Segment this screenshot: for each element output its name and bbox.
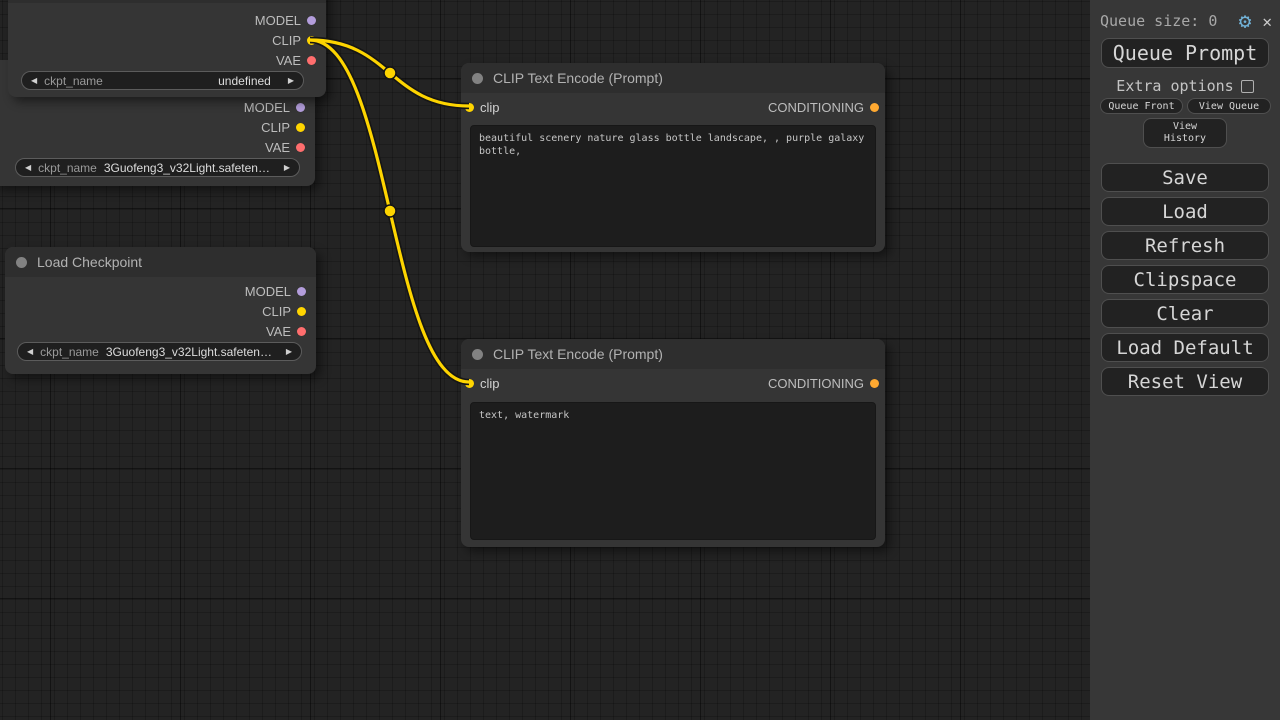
save-button[interactable]: Save — [1101, 163, 1269, 192]
node-title: CLIP Text Encode (Prompt) — [493, 70, 663, 86]
widget-value[interactable]: 3Guofeng3_v32Light.safeten… — [106, 345, 279, 359]
view-queue-button[interactable]: View Queue — [1187, 98, 1271, 114]
collapse-dot-icon[interactable] — [472, 348, 483, 360]
node-title: Load Checkpoint — [37, 254, 143, 270]
slot-label: CONDITIONING — [767, 99, 864, 115]
slot-label: MODEL — [243, 99, 290, 115]
reset-view-button[interactable]: Reset View — [1101, 367, 1269, 396]
comfy-menu-panel: Queue size: 0 ⚙ ✕ Queue Prompt Extra opt… — [1090, 0, 1280, 720]
output-slot-vae[interactable]: VAE — [264, 139, 305, 155]
refresh-button[interactable]: Refresh — [1101, 231, 1269, 260]
slot-label: CLIP — [261, 119, 290, 135]
widget-label: ckpt_name — [44, 73, 103, 88]
clear-button[interactable]: Clear — [1101, 299, 1269, 328]
clip-slot-icon[interactable] — [296, 122, 305, 132]
output-slot-vae[interactable]: VAE — [265, 323, 306, 339]
model-slot-icon[interactable] — [297, 286, 306, 296]
prompt-text-input[interactable]: text, watermark — [470, 402, 876, 540]
output-slot-clip[interactable]: CLIP — [261, 119, 305, 135]
node-title-bar[interactable]: CLIP Text Encode (Prompt) — [461, 339, 885, 369]
model-slot-icon[interactable] — [307, 15, 316, 25]
clip-slot-icon[interactable] — [465, 102, 474, 112]
clip-link-wire-lower[interactable] — [309, 38, 470, 384]
vae-slot-icon[interactable] — [297, 326, 306, 336]
output-slot-vae[interactable]: VAE — [275, 52, 316, 68]
input-slot-clip[interactable]: clip — [465, 375, 500, 391]
clipspace-button[interactable]: Clipspace — [1101, 265, 1269, 294]
output-slot-clip[interactable]: CLIP — [272, 32, 316, 48]
slot-label: clip — [480, 99, 500, 115]
collapse-dot-icon[interactable] — [16, 256, 27, 268]
node-title-bar[interactable]: CLIP Text Encode (Prompt) — [461, 63, 885, 93]
load-button[interactable]: Load — [1101, 197, 1269, 226]
widget-value[interactable]: 3Guofeng3_v32Light.safeten… — [104, 161, 277, 175]
node-title-bar[interactable] — [8, 0, 326, 3]
input-slot-clip[interactable]: clip — [465, 99, 500, 115]
slot-label: MODEL — [244, 283, 291, 299]
ckpt-name-widget[interactable]: ◀ ckpt_name 3Guofeng3_v32Light.safeten… … — [17, 342, 302, 361]
load-default-button[interactable]: Load Default — [1101, 333, 1269, 362]
slot-label: CLIP — [262, 303, 291, 319]
node-title: CLIP Text Encode (Prompt) — [493, 346, 663, 362]
clip-slot-icon[interactable] — [297, 306, 306, 316]
clip-text-encode-node-positive[interactable]: CLIP Text Encode (Prompt) clip CONDITION… — [461, 63, 885, 252]
widget-prev-arrow-icon[interactable]: ◀ — [27, 347, 33, 356]
output-slot-clip[interactable]: CLIP — [262, 303, 306, 319]
ckpt-name-widget[interactable]: ◀ ckpt_name 3Guofeng3_v32Light.safeten… … — [15, 158, 300, 177]
clip-link-wire-upper[interactable] — [309, 38, 470, 108]
output-slot-model[interactable]: MODEL — [244, 283, 306, 299]
load-checkpoint-node[interactable]: Load Checkpoint MODEL CLIP VAE ◀ ckpt_na… — [5, 247, 316, 374]
widget-next-arrow-icon[interactable]: ▶ — [284, 163, 290, 172]
view-history-button[interactable]: View History — [1143, 118, 1227, 148]
queue-front-button[interactable]: Queue Front — [1100, 98, 1183, 114]
queue-status-row: Queue size: 0 ⚙ ✕ — [1100, 9, 1272, 33]
ckpt-name-widget[interactable]: ◀ ckpt_name undefined ▶ — [21, 71, 304, 90]
prompt-text-input[interactable]: beautiful scenery nature glass bottle la… — [470, 125, 876, 247]
widget-label: ckpt_name — [40, 344, 99, 359]
link-midpoint-dot[interactable] — [383, 204, 397, 218]
model-slot-icon[interactable] — [296, 102, 305, 112]
output-slot-model[interactable]: MODEL — [243, 99, 305, 115]
output-slot-conditioning[interactable]: CONDITIONING — [767, 375, 879, 391]
widget-next-arrow-icon[interactable]: ▶ — [288, 76, 294, 85]
extra-options-checkbox[interactable] — [1240, 79, 1254, 93]
vae-slot-icon[interactable] — [296, 142, 305, 152]
node-title-bar[interactable]: Load Checkpoint — [5, 247, 316, 277]
extra-options-label: Extra options — [1116, 77, 1234, 95]
extra-options-row: Extra options — [1090, 77, 1280, 95]
slot-label: MODEL — [254, 12, 301, 28]
vae-slot-icon[interactable] — [307, 55, 316, 65]
clip-slot-icon[interactable] — [465, 378, 474, 388]
node-graph-canvas[interactable]: MODEL CLIP VAE ◀ ckpt_name 3Guofeng3_v32… — [0, 0, 1090, 720]
clip-text-encode-node-negative[interactable]: CLIP Text Encode (Prompt) clip CONDITION… — [461, 339, 885, 547]
widget-label: ckpt_name — [38, 160, 97, 175]
widget-next-arrow-icon[interactable]: ▶ — [286, 347, 292, 356]
settings-gear-icon[interactable]: ⚙ — [1239, 10, 1252, 32]
wire-outline — [309, 36, 470, 110]
collapse-dot-icon[interactable] — [472, 72, 483, 84]
queue-prompt-button[interactable]: Queue Prompt — [1101, 38, 1269, 68]
checkpoint-node-top[interactable]: MODEL CLIP VAE ◀ ckpt_name undefined ▶ — [8, 0, 326, 97]
close-icon[interactable]: ✕ — [1262, 12, 1272, 31]
widget-prev-arrow-icon[interactable]: ◀ — [31, 76, 37, 85]
link-midpoint-dot[interactable] — [383, 66, 397, 80]
slot-label: VAE — [264, 139, 290, 155]
output-slot-conditioning[interactable]: CONDITIONING — [767, 99, 879, 115]
output-slot-model[interactable]: MODEL — [254, 12, 316, 28]
widget-prev-arrow-icon[interactable]: ◀ — [25, 163, 31, 172]
queue-size-label: Queue size: 0 — [1100, 12, 1218, 30]
conditioning-slot-icon[interactable] — [870, 102, 879, 112]
slot-label: clip — [480, 375, 500, 391]
slot-label: CONDITIONING — [767, 375, 864, 391]
conditioning-slot-icon[interactable] — [870, 378, 879, 388]
wire-outline — [309, 36, 470, 386]
widget-value[interactable]: undefined — [110, 74, 281, 88]
slot-label: VAE — [265, 323, 291, 339]
clip-slot-icon[interactable] — [307, 35, 316, 45]
slot-label: VAE — [275, 52, 301, 68]
slot-label: CLIP — [272, 32, 301, 48]
